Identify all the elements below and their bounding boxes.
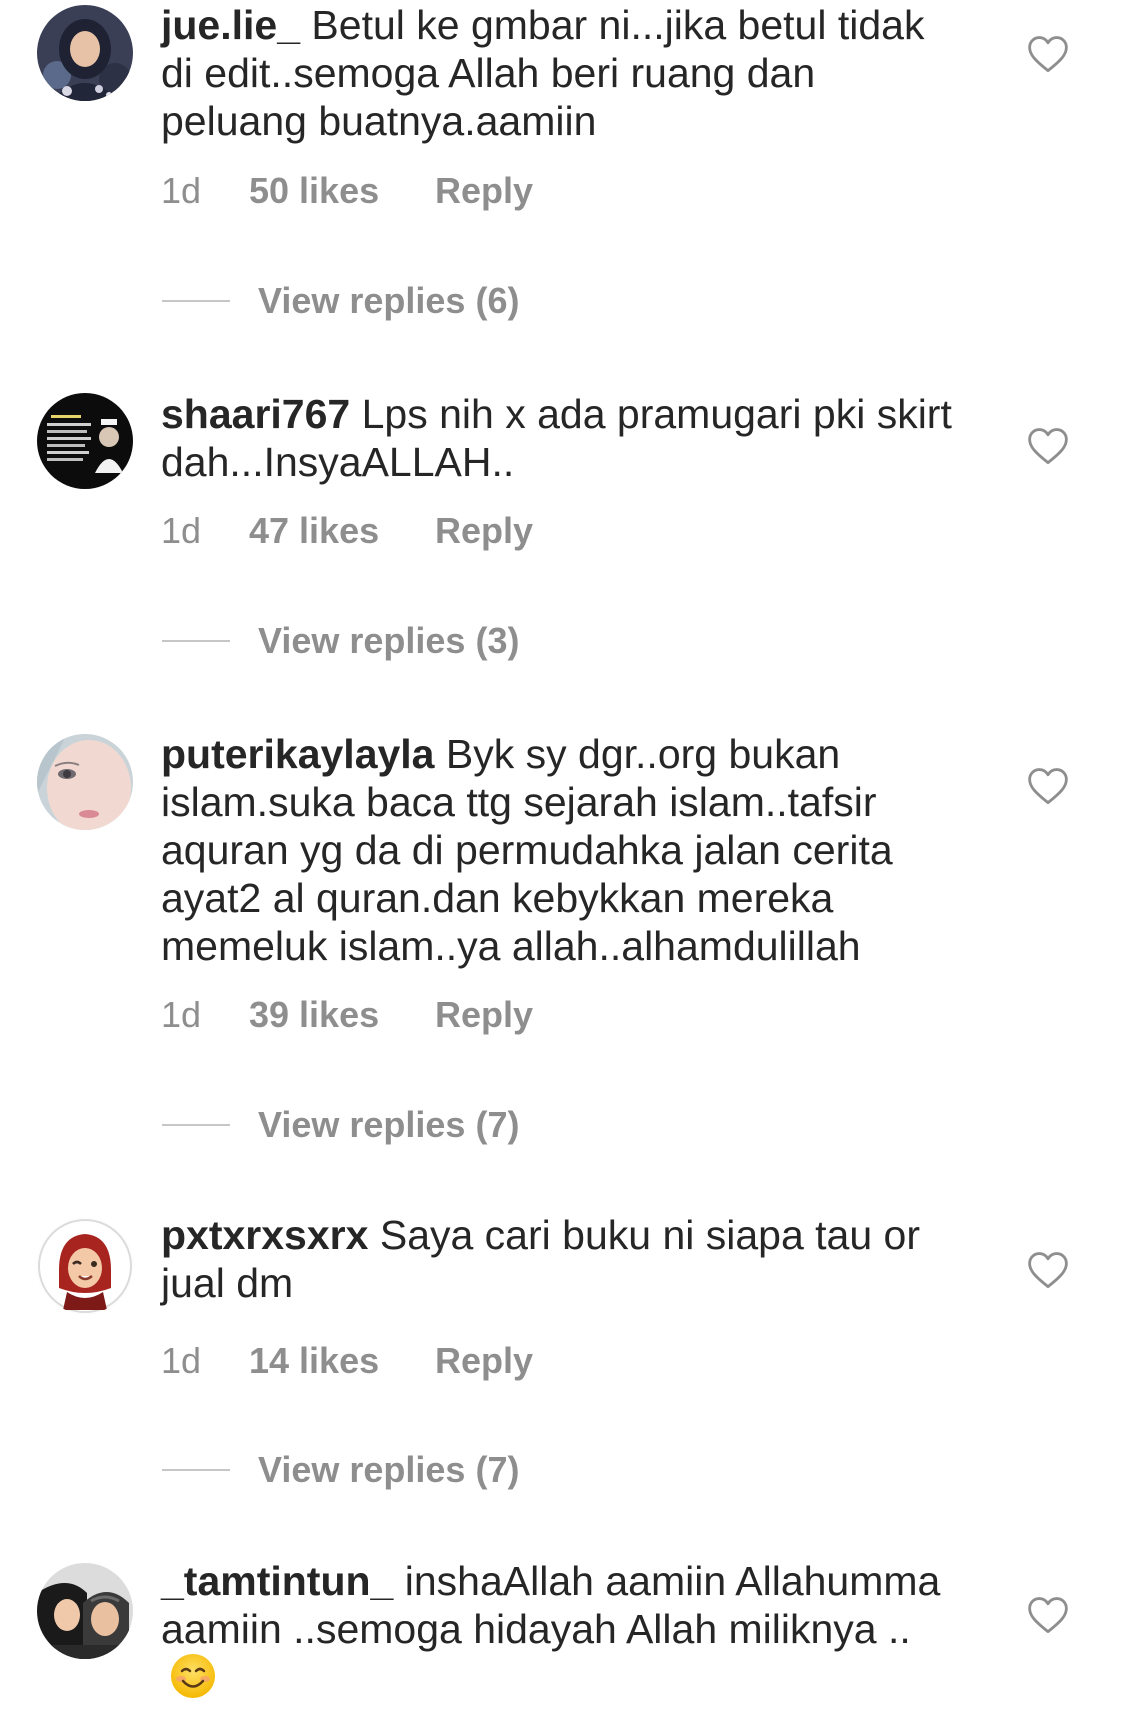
- view-replies-label: View replies (7): [258, 1449, 520, 1490]
- comment-username[interactable]: shaari767: [161, 391, 350, 437]
- view-replies-label: View replies (3): [258, 620, 520, 661]
- comment-timestamp: 1d: [161, 510, 202, 551]
- likes-count-button[interactable]: 14 likes: [249, 1341, 379, 1381]
- heart-outline-icon[interactable]: [1027, 426, 1069, 466]
- reply-button[interactable]: Reply: [435, 511, 533, 551]
- comment-text: puterikaylayla Byk sy dgr..org bukan isl…: [161, 730, 961, 970]
- comment-text: pxtxrxsxrx Saya cari buku ni siapa tau o…: [161, 1211, 961, 1307]
- avatar[interactable]: [37, 1218, 133, 1314]
- heart-outline-icon[interactable]: [1027, 34, 1069, 74]
- avatar[interactable]: [37, 734, 133, 830]
- divider-line: [162, 1124, 230, 1126]
- avatar[interactable]: [37, 5, 133, 101]
- likes-count-button[interactable]: 39 likes: [249, 995, 379, 1035]
- reply-button[interactable]: Reply: [435, 171, 533, 211]
- reply-button[interactable]: Reply: [435, 1341, 533, 1381]
- comment-username[interactable]: pxtxrxsxrx: [161, 1212, 368, 1258]
- comment-item: puterikaylayla Byk sy dgr..org bukan isl…: [0, 730, 1125, 1180]
- likes-count-button[interactable]: 50 likes: [249, 171, 379, 211]
- heart-outline-icon[interactable]: [1027, 766, 1069, 806]
- comment-item: jue.lie_ Betul ke gmbar ni...jika betul …: [0, 0, 1125, 321]
- avatar[interactable]: [37, 393, 133, 489]
- divider-line: [162, 300, 230, 302]
- comment-username[interactable]: jue.lie_: [161, 2, 300, 48]
- comment-item: pxtxrxsxrx Saya cari buku ni siapa tau o…: [0, 1212, 1125, 1525]
- comment-text: _tamtintun_ inshaAllah aamiin Allahumma …: [161, 1557, 961, 1704]
- comment-item: _tamtintun_ inshaAllah aamiin Allahumma …: [0, 1557, 1125, 1720]
- heart-outline-icon[interactable]: [1027, 1250, 1069, 1290]
- heart-outline-icon[interactable]: [1027, 1595, 1069, 1635]
- comment-text: shaari767 Lps nih x ada pramugari pki sk…: [161, 390, 961, 486]
- reply-button[interactable]: Reply: [435, 995, 533, 1035]
- view-replies-label: View replies (7): [258, 1104, 520, 1145]
- comment-timestamp: 1d: [161, 994, 202, 1035]
- comment-timestamp: 1d: [161, 170, 202, 211]
- comment-timestamp: 1d: [161, 1340, 202, 1381]
- view-replies-label: View replies (6): [258, 280, 520, 321]
- divider-line: [162, 1469, 230, 1471]
- comment-item: shaari767 Lps nih x ada pramugari pki sk…: [0, 390, 1125, 690]
- comment-username[interactable]: _tamtintun_: [161, 1558, 393, 1604]
- divider-line: [162, 640, 230, 642]
- smiling-face-emoji: [169, 1652, 217, 1700]
- likes-count-button[interactable]: 47 likes: [249, 511, 379, 551]
- comment-text: jue.lie_ Betul ke gmbar ni...jika betul …: [161, 1, 961, 145]
- avatar[interactable]: [37, 1563, 133, 1659]
- comment-username[interactable]: puterikaylayla: [161, 731, 435, 777]
